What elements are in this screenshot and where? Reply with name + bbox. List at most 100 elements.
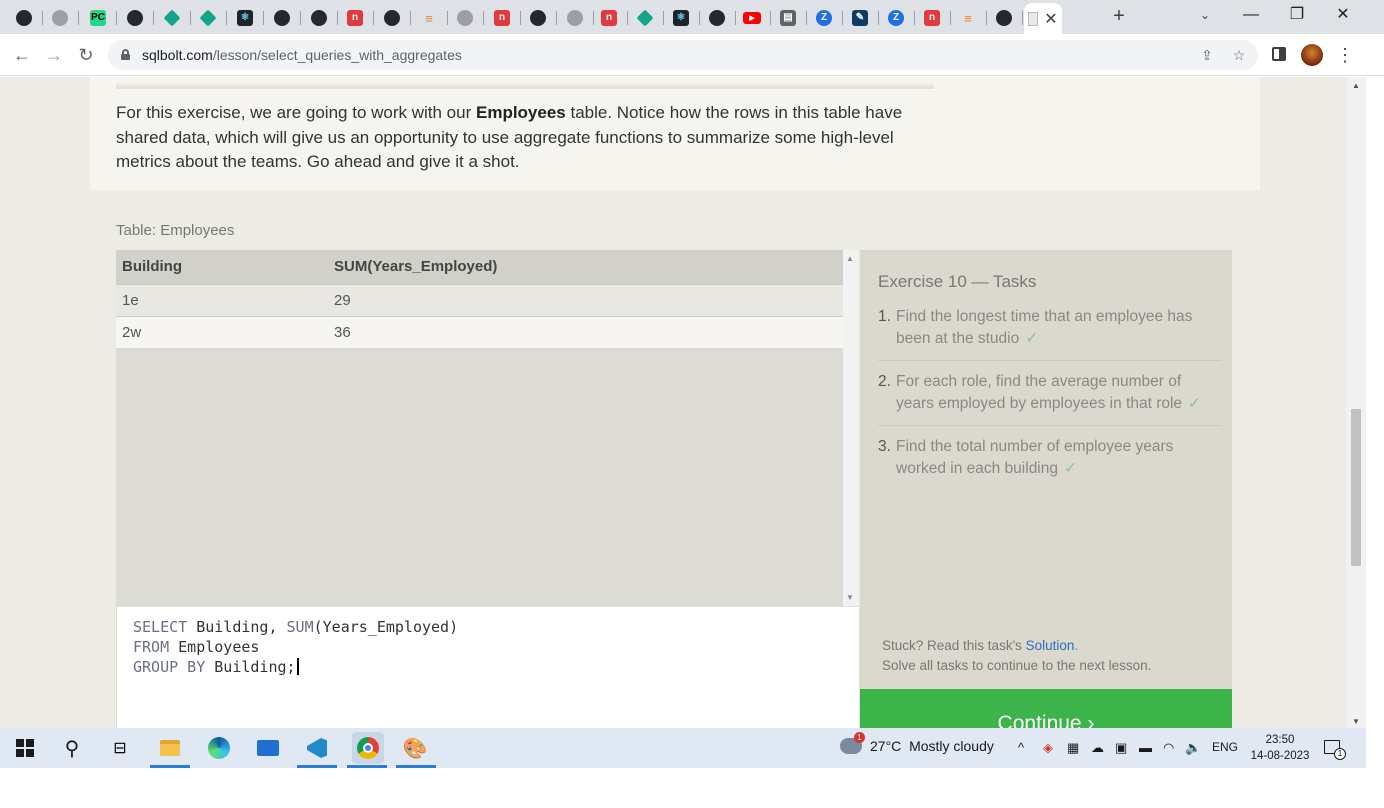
page-scrollbar[interactable]: ▲ ▼ xyxy=(1346,77,1366,728)
task-view-icon[interactable]: ⊟ xyxy=(106,734,134,762)
browser-tab[interactable]: Z xyxy=(878,4,915,32)
page-scroll-down-icon[interactable]: ▼ xyxy=(1351,717,1361,726)
browser-tab[interactable] xyxy=(699,4,736,32)
meet-icon[interactable]: ▣ xyxy=(1115,740,1127,756)
browser-tab[interactable] xyxy=(42,4,79,32)
gear-icon xyxy=(567,10,583,26)
browser-tab[interactable]: PC xyxy=(80,4,117,32)
browser-tab[interactable]: n xyxy=(591,4,628,32)
browser-tab[interactable] xyxy=(154,4,191,32)
feather-icon: ✎ xyxy=(852,10,868,26)
github-icon xyxy=(996,10,1012,26)
browser-menu-icon[interactable]: ⋮ xyxy=(1336,43,1354,67)
browser-tab[interactable] xyxy=(447,4,484,32)
display-icon[interactable]: ▦ xyxy=(1067,740,1079,756)
sql-text: Employees xyxy=(169,638,260,656)
browser-tab[interactable] xyxy=(374,4,411,32)
notification-center-icon[interactable]: 1 xyxy=(1324,740,1346,760)
windows-taskbar: ⚲ ⊟ 🎨 1 27°C Mostly cloudy ^ ◈ ▦ ☁ ▣ ▬ ◠ … xyxy=(0,728,1366,768)
battery-icon[interactable]: ▬ xyxy=(1139,740,1152,755)
browser-tab[interactable]: ≡ xyxy=(950,4,987,32)
file-explorer-icon[interactable] xyxy=(156,734,184,762)
lock-icon[interactable] xyxy=(121,49,130,60)
antivirus-icon[interactable]: ◈ xyxy=(1043,740,1053,756)
page-scroll-up-icon[interactable]: ▲ xyxy=(1351,81,1361,90)
share-icon[interactable]: ⇪ xyxy=(1198,46,1216,64)
browser-tab[interactable] xyxy=(301,4,338,32)
github-icon xyxy=(530,10,546,26)
search-icon[interactable]: ⚲ xyxy=(58,734,86,762)
pycharm-icon: PC xyxy=(90,10,106,26)
sql-editor[interactable]: SELECT Building, SUM(Years_Employed) FROM… xyxy=(116,606,860,728)
bookmark-star-icon[interactable]: ☆ xyxy=(1230,46,1248,64)
sqlbolt-icon xyxy=(1028,11,1039,26)
browser-tab[interactable] xyxy=(117,4,154,32)
new-tab-button[interactable]: + xyxy=(1108,6,1130,28)
task-text: For each role, find the average number o… xyxy=(896,373,1183,412)
task-number: 2. xyxy=(878,373,891,390)
task-number: 1. xyxy=(878,308,891,325)
active-indicator xyxy=(297,765,337,768)
code-line: SELECT Building, SUM(Years_Employed) xyxy=(133,617,458,637)
solution-link[interactable]: Solution xyxy=(1026,638,1075,653)
chrome-icon[interactable] xyxy=(352,732,384,764)
browser-tab[interactable] xyxy=(557,4,594,32)
scroll-up-icon[interactable]: ▲ xyxy=(846,254,854,263)
profile-avatar[interactable] xyxy=(1301,44,1323,66)
weather-widget[interactable]: 1 27°C Mostly cloudy xyxy=(840,732,994,754)
browser-tab[interactable]: ▶ xyxy=(734,4,771,32)
continue-button[interactable]: Continue › xyxy=(860,689,1232,728)
restore-button[interactable]: ❐ xyxy=(1274,0,1320,32)
divider xyxy=(116,83,934,89)
show-hidden-icons-icon[interactable]: ^ xyxy=(1018,740,1024,755)
forward-button[interactable]: → xyxy=(42,43,66,67)
browser-tab[interactable]: ≡ xyxy=(411,4,448,32)
language-indicator[interactable]: ENG xyxy=(1212,740,1238,754)
onedrive-icon[interactable]: ☁ xyxy=(1091,740,1104,756)
start-button[interactable] xyxy=(11,734,39,762)
volume-icon[interactable]: 🔈 xyxy=(1185,740,1201,756)
results-table-container[interactable]: Building SUM(Years_Employed) 1e 29 2w 36 ▲ ▼ xyxy=(116,250,858,606)
browser-tab[interactable] xyxy=(520,4,557,32)
browser-tab[interactable]: ⚛ xyxy=(663,4,700,32)
wifi-icon[interactable]: ◠ xyxy=(1163,740,1174,756)
clock-date: 14-08-2023 xyxy=(1250,750,1310,762)
close-window-button[interactable]: ✕ xyxy=(1320,0,1366,32)
active-tab[interactable]: ✕ xyxy=(1024,3,1062,34)
browser-tab[interactable]: n xyxy=(484,4,521,32)
back-button[interactable]: ← xyxy=(10,43,34,67)
table-scrollbar[interactable]: ▲ ▼ xyxy=(843,250,858,606)
minimize-button[interactable]: — xyxy=(1228,0,1274,32)
browser-tab[interactable]: ✎ xyxy=(842,4,879,32)
browser-tab[interactable] xyxy=(264,4,301,32)
github-icon xyxy=(16,10,32,26)
sql-code[interactable]: SELECT Building, SUM(Years_Employed) FROM… xyxy=(133,617,458,677)
windows-logo-icon xyxy=(16,739,34,757)
browser-tab[interactable]: n xyxy=(337,4,374,32)
side-panel-icon[interactable] xyxy=(1272,47,1286,61)
browser-tab[interactable]: ⚛ xyxy=(227,4,264,32)
scroll-down-icon[interactable]: ▼ xyxy=(846,593,854,602)
edge-icon[interactable] xyxy=(205,734,233,762)
browser-tab[interactable]: Z xyxy=(806,4,843,32)
browser-tab[interactable] xyxy=(986,4,1023,32)
close-tab-icon[interactable]: ✕ xyxy=(1044,9,1057,29)
tab-search-button[interactable]: ⌄ xyxy=(1196,6,1214,24)
browser-tab[interactable] xyxy=(190,4,227,32)
vscode-icon[interactable] xyxy=(303,734,331,762)
text-cursor xyxy=(296,658,299,675)
address-bar[interactable]: sqlbolt.com/lesson/select_queries_with_a… xyxy=(108,40,1258,70)
url-text[interactable]: sqlbolt.com/lesson/select_queries_with_a… xyxy=(142,47,462,63)
system-clock[interactable]: 23:50 14-08-2023 xyxy=(1250,732,1310,764)
mail-icon[interactable] xyxy=(254,734,282,762)
browser-tab[interactable] xyxy=(6,4,43,32)
browser-tab[interactable] xyxy=(627,4,664,32)
react-icon: ⚛ xyxy=(237,10,253,26)
reload-button[interactable]: ↻ xyxy=(74,43,98,67)
gear-icon xyxy=(52,10,68,26)
table-body: 1e 29 2w 36 xyxy=(116,283,843,348)
browser-tab[interactable]: ▤ xyxy=(770,4,807,32)
paint-icon[interactable]: 🎨 xyxy=(401,734,429,762)
page-scroll-thumb[interactable] xyxy=(1351,409,1361,566)
browser-tab[interactable]: n xyxy=(914,4,951,32)
